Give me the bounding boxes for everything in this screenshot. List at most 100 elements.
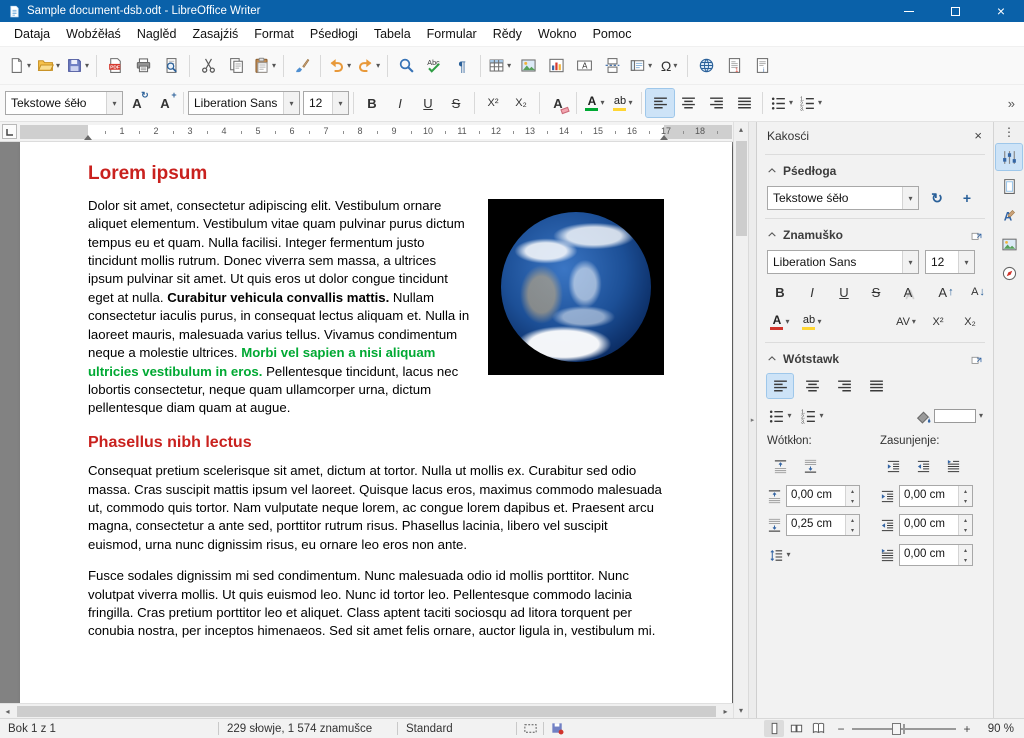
- spin-down-icon[interactable]: ▾: [959, 525, 972, 535]
- align-center-button[interactable]: [674, 89, 702, 117]
- character-more-options-button[interactable]: [970, 228, 983, 241]
- document-canvas[interactable]: Lorem ipsum Dolor sit amet, consectetur …: [0, 142, 733, 703]
- cut-button[interactable]: [194, 52, 222, 80]
- insert-table-button[interactable]: ▾: [485, 52, 514, 80]
- indent-after-spinbox[interactable]: 0,00 cm ▴▾: [899, 514, 973, 536]
- sidebar-italic-button[interactable]: I: [799, 280, 825, 304]
- decrease-spacing-button[interactable]: [797, 454, 823, 478]
- spin-down-icon[interactable]: ▾: [846, 525, 859, 535]
- menu-format[interactable]: Format: [246, 23, 302, 45]
- single-page-view-button[interactable]: [764, 720, 784, 737]
- spinner-arrows[interactable]: ▴▾: [958, 515, 972, 535]
- sidebar-close-button[interactable]: ×: [971, 128, 985, 143]
- toolbar-overflow-button[interactable]: »: [1003, 94, 1020, 113]
- chevron-down-icon[interactable]: ▾: [817, 318, 821, 326]
- spin-down-icon[interactable]: ▾: [959, 555, 972, 565]
- find-replace-button[interactable]: [392, 52, 420, 80]
- formatting-marks-button[interactable]: ¶: [448, 52, 476, 80]
- chevron-down-icon[interactable]: ▾: [787, 412, 791, 420]
- document-paragraph-3[interactable]: Fusce sodales dignissim mi sed condiment…: [88, 567, 664, 641]
- chevron-down-icon[interactable]: ▾: [902, 187, 918, 209]
- style-section-header[interactable]: Pśedłoga: [757, 158, 993, 183]
- zoom-slider-thumb[interactable]: [892, 723, 901, 735]
- sidebar-bold-button[interactable]: B: [767, 280, 793, 304]
- sidebar-font-size-combo[interactable]: 12 ▾: [925, 250, 975, 274]
- spinner-arrows[interactable]: ▴▾: [958, 486, 972, 506]
- chevron-down-icon[interactable]: ▾: [819, 412, 823, 420]
- decrease-indent-button[interactable]: [910, 454, 936, 478]
- character-section-header[interactable]: Znamuško: [757, 222, 993, 247]
- sidebar-bullet-list-button[interactable]: ▾: [767, 404, 793, 428]
- chevron-down-icon[interactable]: ▾: [106, 92, 122, 114]
- new-document-button[interactable]: ▾: [5, 52, 34, 80]
- zoom-level[interactable]: 90 %: [980, 723, 1024, 735]
- page-number-status[interactable]: Bok 1 z 1: [0, 723, 218, 735]
- scroll-up-button[interactable]: ▴: [734, 122, 749, 137]
- clone-formatting-button[interactable]: [288, 52, 316, 80]
- export-pdf-button[interactable]: [101, 52, 129, 80]
- sidebar-update-style-button[interactable]: ↻: [925, 187, 949, 209]
- title-bar[interactable]: Sample document-dsb.odt - LibreOffice Wr…: [0, 0, 1024, 22]
- insert-textbox-button[interactable]: [570, 52, 598, 80]
- indent-marker-left[interactable]: [84, 135, 92, 140]
- multi-page-view-button[interactable]: [786, 720, 806, 737]
- spin-down-icon[interactable]: ▾: [846, 496, 859, 506]
- spinner-arrows[interactable]: ▴▾: [845, 486, 859, 506]
- sidebar-align-center-button[interactable]: [799, 374, 825, 398]
- spin-up-icon[interactable]: ▴: [959, 545, 972, 555]
- paragraph-style-combo[interactable]: Tekstowe śěło ▾: [5, 91, 123, 115]
- insert-page-break-button[interactable]: [598, 52, 626, 80]
- spacing-above-spinbox[interactable]: 0,00 cm ▴▾: [786, 485, 860, 507]
- insert-special-character-button[interactable]: Ω▾: [655, 52, 683, 80]
- vertical-scroll-track[interactable]: [734, 137, 748, 703]
- insert-hyperlink-button[interactable]: [692, 52, 720, 80]
- horizontal-ruler[interactable]: 123456789101112131415161718: [0, 122, 733, 142]
- sidebar-tab-styles[interactable]: [996, 202, 1022, 228]
- align-justify-button[interactable]: [730, 89, 758, 117]
- sidebar-splitter[interactable]: ▸: [748, 122, 756, 718]
- font-name-combo[interactable]: Liberation Sans ▾: [188, 91, 300, 115]
- sidebar-underline-button[interactable]: U: [831, 280, 857, 304]
- clear-formatting-button[interactable]: A: [544, 89, 572, 117]
- sidebar-align-left-button[interactable]: [767, 374, 793, 398]
- chevron-down-icon[interactable]: ▾: [785, 318, 789, 326]
- selection-mode-status[interactable]: [517, 721, 543, 736]
- chevron-down-icon[interactable]: ▾: [789, 99, 793, 107]
- maximize-button[interactable]: [932, 0, 978, 22]
- save-button[interactable]: ▾: [63, 52, 92, 80]
- spacing-below-spinbox[interactable]: 0,25 cm ▴▾: [786, 514, 860, 536]
- open-button[interactable]: ▾: [34, 52, 63, 80]
- grow-font-button[interactable]: A↑: [933, 280, 959, 304]
- indent-marker-right[interactable]: [660, 135, 668, 140]
- vertical-scrollbar[interactable]: ▴ ▾: [733, 122, 748, 718]
- shrink-font-button[interactable]: A↓: [965, 280, 991, 304]
- document-paragraph-1[interactable]: Dolor sit amet, consectetur adipiscing e…: [88, 197, 664, 418]
- superscript-button[interactable]: X²: [479, 89, 507, 117]
- chevron-down-icon[interactable]: ▾: [902, 251, 918, 273]
- chevron-down-icon[interactable]: ▾: [979, 412, 983, 420]
- print-preview-button[interactable]: [157, 52, 185, 80]
- sidebar-align-justify-button[interactable]: [863, 374, 889, 398]
- scroll-right-button[interactable]: ▸: [718, 704, 733, 719]
- insert-footnote-button[interactable]: [720, 52, 748, 80]
- menu-help[interactable]: Pomoc: [585, 23, 640, 45]
- sidebar-tab-navigator[interactable]: [996, 260, 1022, 286]
- increase-spacing-button[interactable]: [767, 454, 793, 478]
- menu-tools[interactable]: Rědy: [485, 23, 530, 45]
- sidebar-highlight-button[interactable]: ab▾: [799, 310, 825, 334]
- horizontal-scrollbar[interactable]: ◂ ▸: [0, 703, 733, 718]
- new-style-button[interactable]: A+: [151, 89, 179, 117]
- zoom-slider[interactable]: [852, 721, 956, 737]
- italic-button[interactable]: I: [386, 89, 414, 117]
- paragraph-section-header[interactable]: Wótstawk: [757, 346, 993, 371]
- sidebar-font-color-button[interactable]: A▾: [767, 310, 793, 334]
- sidebar-align-right-button[interactable]: [831, 374, 857, 398]
- scroll-down-button[interactable]: ▾: [734, 703, 749, 718]
- copy-button[interactable]: [222, 52, 250, 80]
- sidebar-shadow-button[interactable]: A: [895, 280, 921, 304]
- undo-button[interactable]: ▾: [325, 52, 354, 80]
- sidebar-strikethrough-button[interactable]: S: [863, 280, 889, 304]
- menu-view[interactable]: Naglěd: [129, 23, 185, 45]
- scroll-left-button[interactable]: ◂: [0, 704, 15, 719]
- insert-chart-button[interactable]: [542, 52, 570, 80]
